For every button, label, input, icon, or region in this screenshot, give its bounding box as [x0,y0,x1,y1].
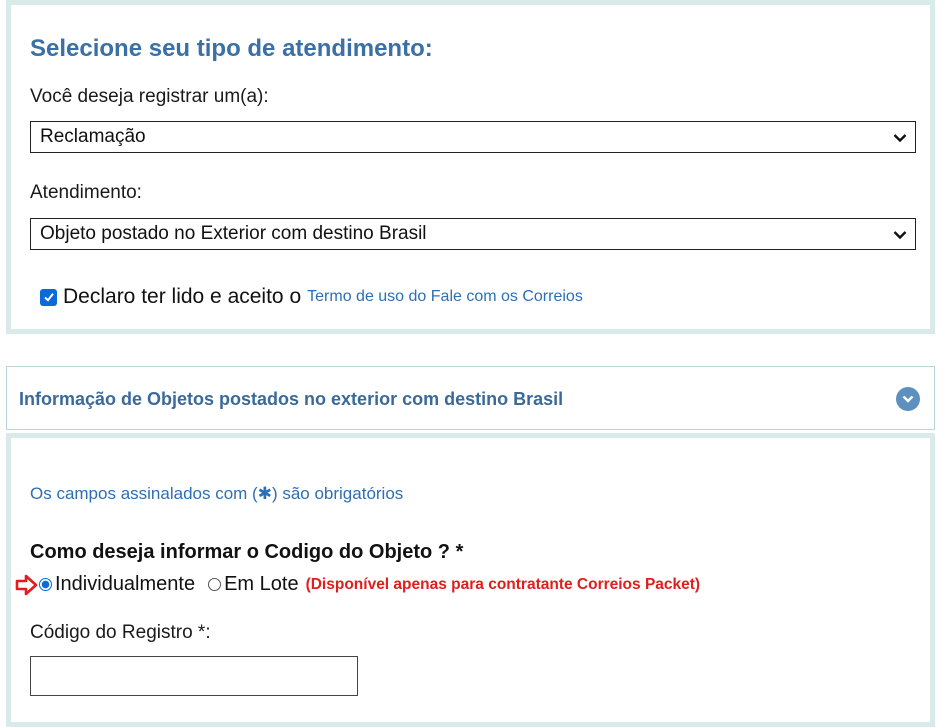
chevron-down-icon [902,395,914,403]
service-type-panel: Selecione seu tipo de atendimento: Você … [6,0,935,334]
terms-text: Declaro ter lido e aceito o [63,285,302,308]
code-field-label: Código do Registro *: [30,622,211,643]
section-title: Selecione seu tipo de atendimento: [30,35,433,62]
checkmark-icon [43,293,54,302]
register-type-value: Reclamação [40,126,146,147]
chevron-down-icon [893,134,907,143]
object-info-panel: Os campos assinalados com (✱) são obriga… [6,433,935,727]
registration-code-input[interactable] [30,656,358,696]
chevron-down-circle-icon[interactable] [896,387,920,411]
service-label: Atendimento: [30,182,142,203]
radio-em-lote[interactable] [208,578,222,591]
service-select[interactable]: Objeto postado no Exterior com destino B… [30,218,916,250]
availability-warning: (Disponível apenas para contratante Corr… [305,575,701,593]
terms-row: Declaro ter lido e aceito o Termo de uso… [40,285,583,309]
accordion-title: Informação de Objetos postados no exteri… [19,389,564,409]
radio-label-individualmente: Individualmente [55,573,196,595]
radio-individualmente[interactable] [39,578,52,591]
accordion-header[interactable]: Informação de Objetos postados no exteri… [6,366,935,430]
service-value: Objeto postado no Exterior com destino B… [40,223,427,244]
terms-checkbox[interactable] [40,288,57,306]
chevron-down-icon [893,231,907,240]
radio-label-em-lote: Em Lote [224,573,299,595]
object-code-question: Como deseja informar o Codigo do Objeto … [30,541,464,563]
arrow-right-icon [15,574,38,595]
register-type-select[interactable]: Reclamação [30,121,916,153]
required-fields-note: Os campos assinalados com (✱) são obriga… [30,484,404,503]
terms-link[interactable]: Termo de uso do Fale com os Correios [307,288,583,306]
register-type-label: Você deseja registrar um(a): [30,86,269,107]
input-mode-radio-group: Individualmente Em Lote (Disponível apen… [15,573,700,596]
